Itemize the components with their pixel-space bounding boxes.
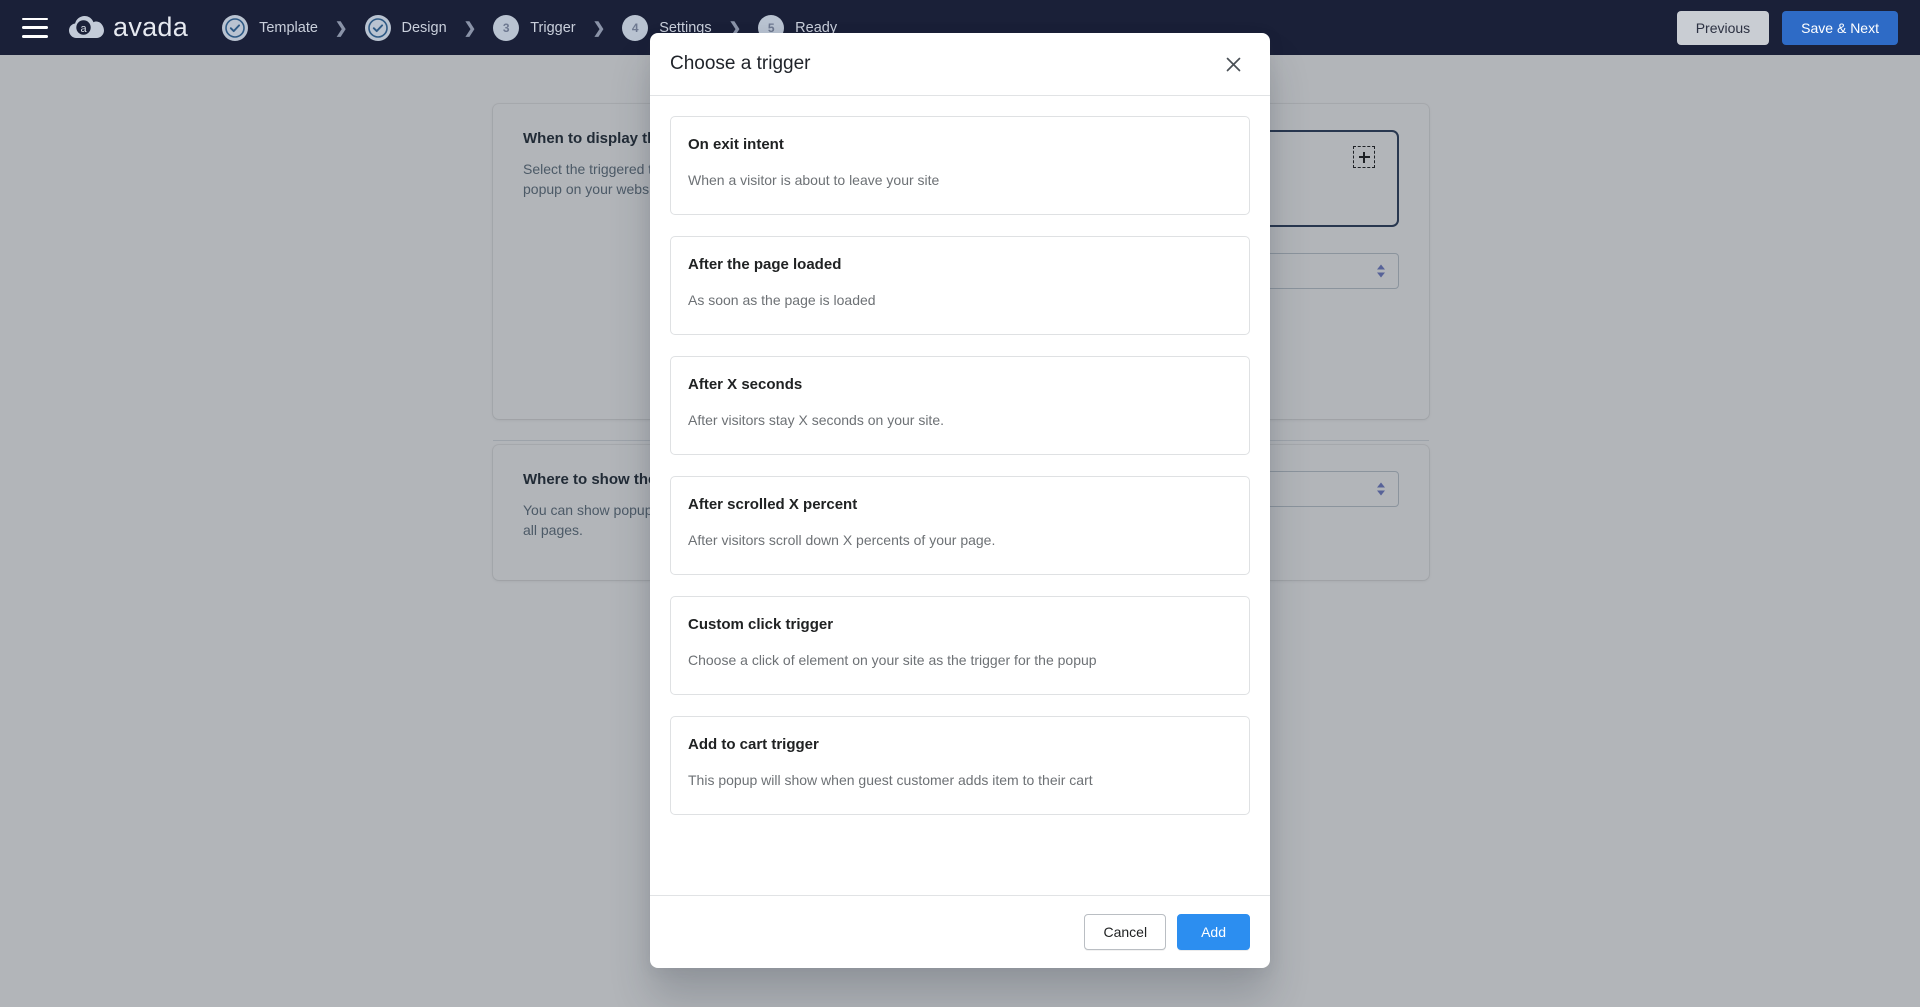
trigger-option-after-x-seconds[interactable]: After X seconds After visitors stay X se…	[670, 356, 1250, 455]
step-number-badge: 4	[622, 14, 649, 41]
wizard-step-design[interactable]: Design	[364, 14, 447, 41]
cancel-button[interactable]: Cancel	[1084, 914, 1167, 950]
trigger-option-after-scrolled-x-percent[interactable]: After scrolled X percent After visitors …	[670, 476, 1250, 575]
chevron-right-icon: ❯	[592, 19, 606, 37]
trigger-option-title: Custom click trigger	[688, 616, 834, 633]
trigger-option-description: Choose a click of element on your site a…	[688, 652, 1097, 668]
trigger-option-title: On exit intent	[688, 136, 784, 153]
hamburger-line	[22, 17, 48, 20]
previous-button[interactable]: Previous	[1676, 10, 1770, 45]
wizard-step-template[interactable]: Template	[222, 14, 318, 41]
wizard-step-trigger[interactable]: 3 Trigger	[493, 14, 576, 41]
hamburger-line	[22, 35, 48, 38]
close-icon[interactable]	[1218, 49, 1248, 79]
save-and-next-button[interactable]: Save & Next	[1782, 10, 1898, 45]
trigger-option-description: After visitors scroll down X percents of…	[688, 532, 996, 548]
trigger-option-add-to-cart-trigger[interactable]: Add to cart trigger This popup will show…	[670, 716, 1250, 815]
topbar-actions: Previous Save & Next	[1676, 10, 1898, 45]
wizard-step-label: Design	[401, 19, 447, 36]
choose-a-trigger-modal: Choose a trigger On exit intent When a v…	[650, 33, 1270, 968]
chevron-right-icon: ❯	[463, 19, 477, 37]
trigger-option-title: After the page loaded	[688, 256, 842, 273]
modal-header: Choose a trigger	[650, 33, 1270, 96]
hamburger-line	[22, 26, 48, 29]
hamburger-icon[interactable]	[22, 17, 48, 38]
trigger-option-title: After scrolled X percent	[688, 496, 858, 513]
check-circle-icon	[364, 14, 391, 41]
wizard-step-label: Template	[259, 19, 318, 36]
trigger-options-list: On exit intent When a visitor is about t…	[650, 96, 1270, 895]
avada-cloud-logo-icon: a	[69, 15, 104, 38]
svg-text:a: a	[80, 23, 87, 35]
trigger-option-description: When a visitor is about to leave your si…	[688, 172, 940, 188]
modal-title: Choose a trigger	[670, 53, 811, 74]
trigger-option-custom-click-trigger[interactable]: Custom click trigger Choose a click of e…	[670, 596, 1250, 695]
chevron-right-icon: ❯	[334, 19, 348, 37]
brand-name: avada	[113, 12, 189, 42]
trigger-option-description: This popup will show when guest customer…	[688, 772, 1093, 788]
trigger-option-description: As soon as the page is loaded	[688, 292, 876, 308]
trigger-option-title: After X seconds	[688, 376, 803, 393]
brand-logo-group[interactable]: a avada	[66, 12, 188, 44]
trigger-option-after-page-loaded[interactable]: After the page loaded As soon as the pag…	[670, 236, 1250, 335]
add-button[interactable]: Add	[1177, 914, 1250, 950]
trigger-option-description: After visitors stay X seconds on your si…	[688, 412, 944, 428]
wizard-step-label: Trigger	[530, 19, 576, 36]
check-circle-icon	[222, 14, 249, 41]
modal-footer: Cancel Add	[650, 895, 1270, 968]
trigger-option-on-exit-intent[interactable]: On exit intent When a visitor is about t…	[670, 116, 1250, 215]
step-number-badge: 3	[493, 14, 520, 41]
trigger-option-title: Add to cart trigger	[688, 736, 819, 753]
